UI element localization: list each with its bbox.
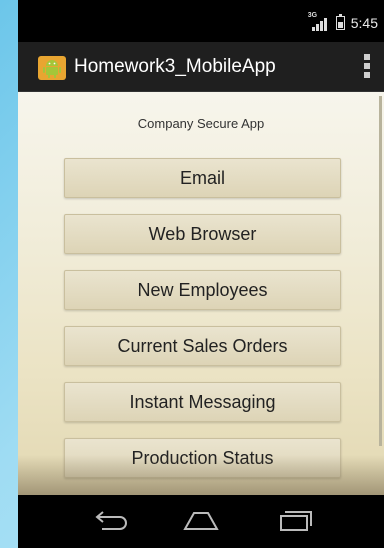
production-status-button[interactable]: Production Status [64, 438, 341, 478]
email-button[interactable]: Email [64, 158, 341, 198]
main-content: Company Secure App Email Web Browser New… [18, 92, 384, 495]
status-time: 5:45 [350, 15, 378, 31]
navigation-bar [18, 495, 384, 548]
new-employees-button[interactable]: New Employees [64, 270, 341, 310]
app-title: Homework3_MobileApp [74, 56, 276, 77]
recents-icon[interactable] [273, 507, 317, 535]
home-icon[interactable] [179, 507, 223, 535]
instant-messaging-button[interactable]: Instant Messaging [64, 382, 341, 422]
action-bar: Homework3_MobileApp [18, 42, 384, 92]
overflow-menu-icon[interactable] [364, 54, 370, 78]
device-screen: 3G 5:45 Homework3_MobileApp Company Secu… [18, 0, 384, 548]
battery-icon [335, 14, 345, 30]
signal-icon: 3G [308, 12, 330, 31]
scrollbar[interactable] [379, 96, 382, 446]
android-robot-icon[interactable] [36, 52, 68, 82]
status-indicators: 3G 5:45 [308, 12, 378, 31]
web-browser-button[interactable]: Web Browser [64, 214, 341, 254]
current-sales-orders-button[interactable]: Current Sales Orders [64, 326, 341, 366]
page-title: Company Secure App [137, 116, 265, 131]
back-icon[interactable] [88, 507, 132, 535]
status-bar: 3G 5:45 [18, 0, 384, 42]
